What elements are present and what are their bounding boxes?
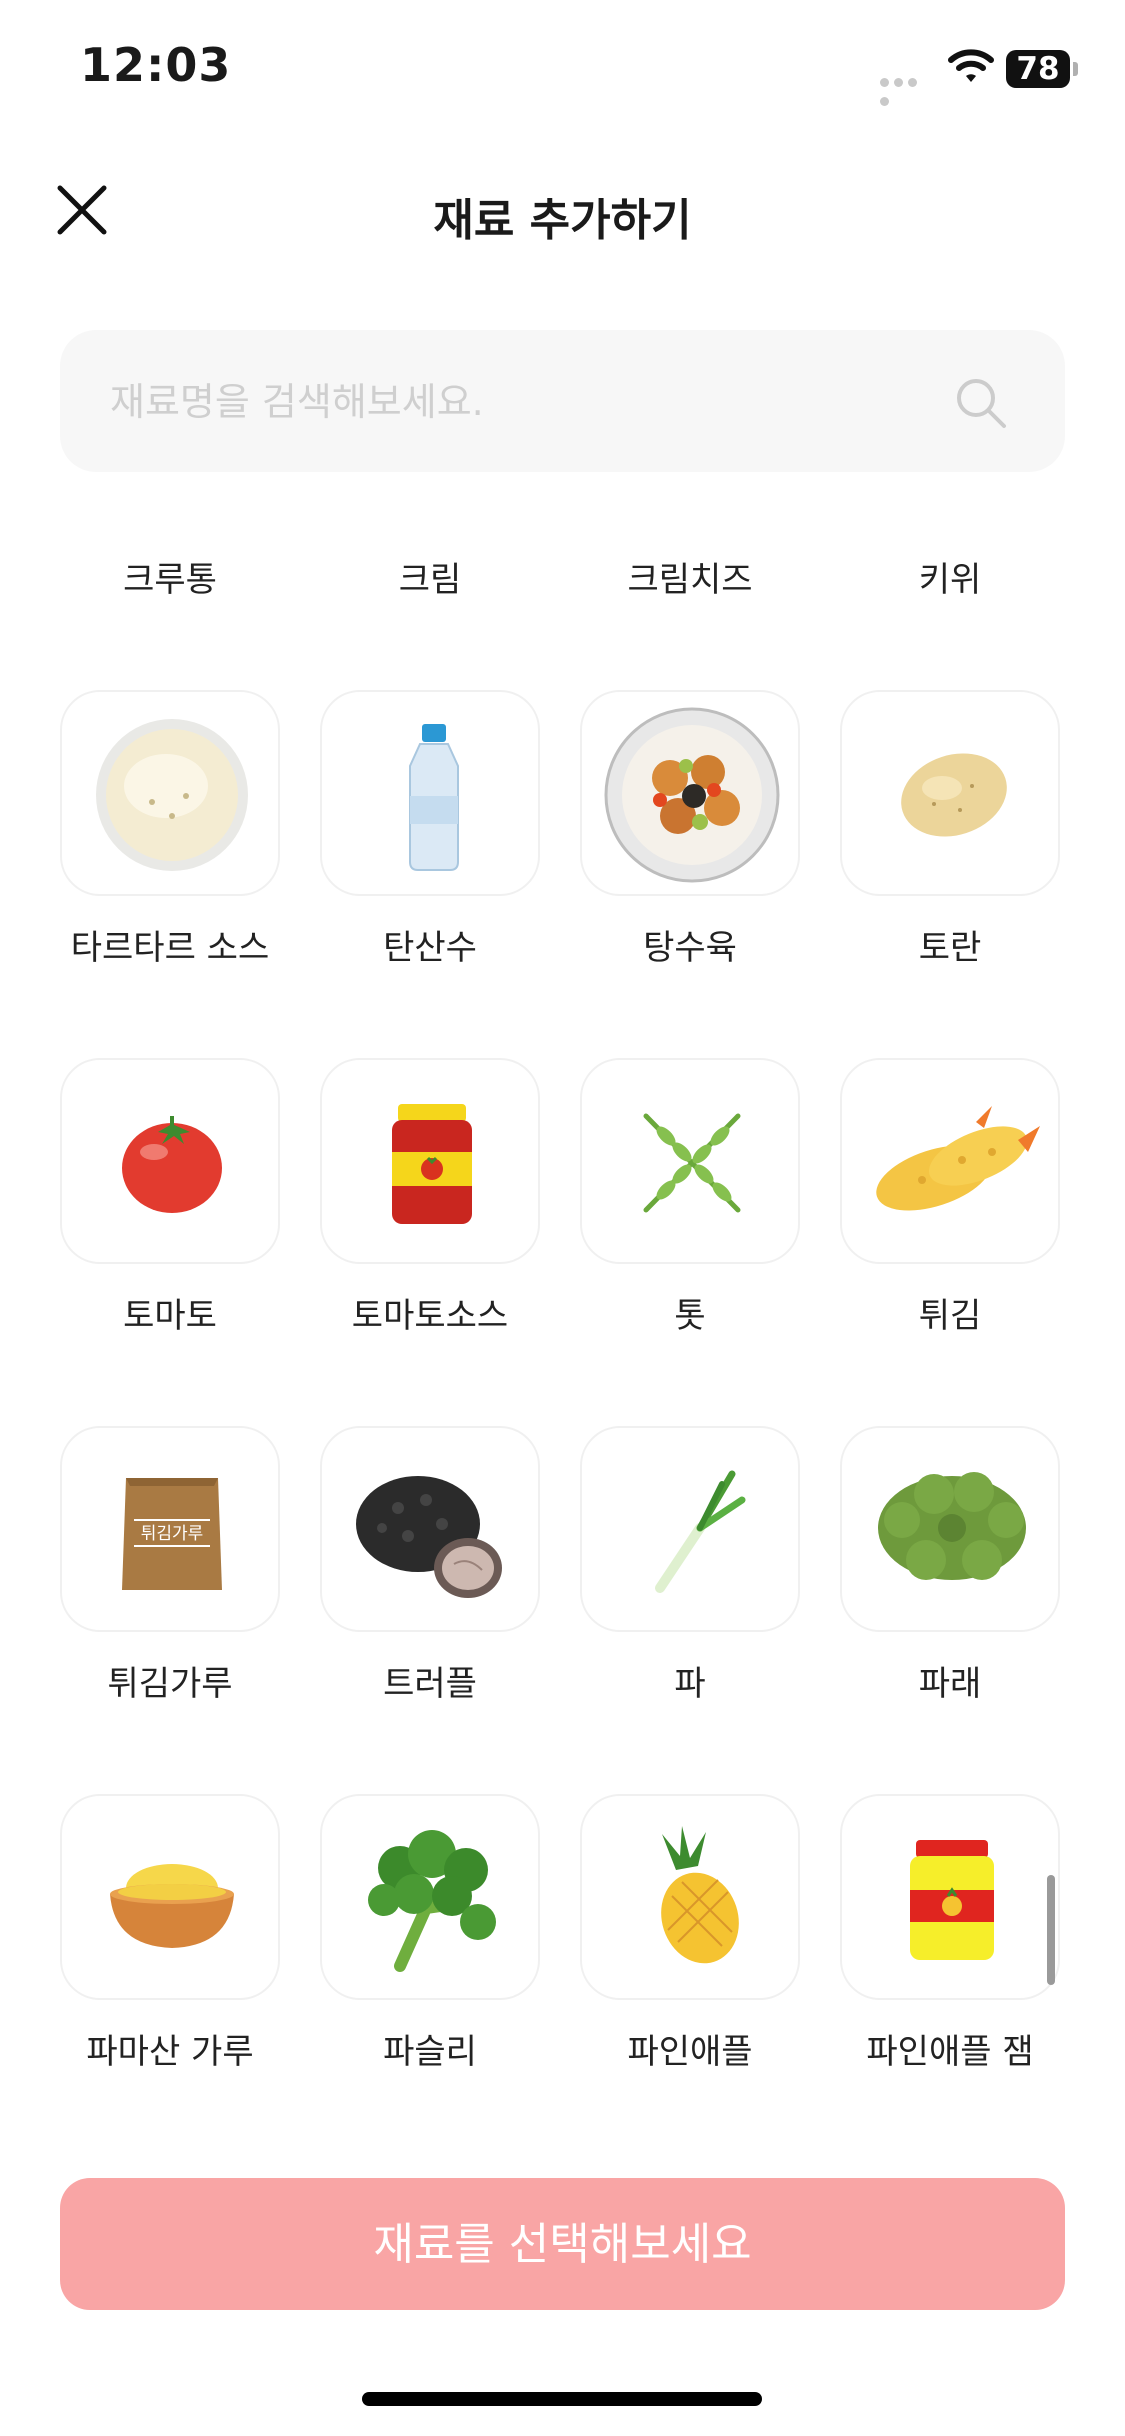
tomato-icon [122,1116,222,1213]
ingredient-tile-pineapple[interactable] [580,1794,800,2000]
ingredient-label: 타르타르 소스 [70,928,270,968]
scrollbar[interactable] [1047,1875,1055,1985]
ingredient-label: 트러플 [383,1664,477,1704]
ingredient-label: 토마토 [123,1296,217,1336]
ingredient-tile-taro[interactable] [840,690,1060,896]
search-input[interactable] [108,330,932,474]
search-icon[interactable] [952,374,1012,434]
seaweed-sprig-icon [643,1113,741,1213]
ingredient-tile-tomato[interactable] [60,1058,280,1264]
tartar-sauce-icon [96,719,248,871]
ingredient-label[interactable]: 크림 [300,552,560,601]
home-indicator[interactable] [362,2392,762,2406]
ingredient-label: 튀김가루 [107,1664,233,1704]
ingredient-tile-parsley[interactable] [320,1794,540,2000]
ingredient-label: 탕수육 [643,928,737,968]
ingredient-label[interactable]: 크림치즈 [560,552,820,601]
ingredient-tile-green-laver[interactable] [840,1426,1060,1632]
ingredient-label: 튀김 [918,1296,982,1336]
status-bar: 12:03 78 [0,0,1125,140]
parmesan-bowl-icon [110,1864,234,1948]
pineapple-icon [661,1826,739,1964]
wifi-icon [948,49,994,82]
ingredient-label: 파슬리 [383,2032,477,2072]
ingredient-tile-frying-flour[interactable]: 튀김가루 [60,1426,280,1632]
battery-cap [1073,62,1078,76]
ingredient-label[interactable]: 크루통 [40,552,300,601]
ingredient-label: 파인애플 잼 [866,2032,1034,2072]
fried-shrimp-icon [876,1106,1040,1211]
taro-icon [901,753,1007,837]
ingredient-tile-sparkling-water[interactable] [320,690,540,896]
status-time: 12:03 [80,38,232,92]
ingredient-tile-truffle[interactable] [320,1426,540,1632]
ingredient-tile-pineapple-jam[interactable] [840,1794,1060,2000]
ingredient-label: 토란 [918,928,982,968]
ingredient-tile-fried[interactable] [840,1058,1060,1264]
ingredient-tile-parmesan[interactable] [60,1794,280,2000]
tomato-sauce-jar-icon [392,1104,472,1224]
select-ingredient-button[interactable]: 재료를 선택해보세요 [60,2178,1065,2310]
ingredient-tile-tangsuyuk[interactable] [580,690,800,896]
flour-bag-icon: 튀김가루 [122,1478,222,1590]
ingredient-tile-green-onion[interactable] [580,1426,800,1632]
ingredient-tile-hijiki[interactable] [580,1058,800,1264]
ingredient-label: 톳 [674,1296,706,1336]
search-bar[interactable] [60,330,1065,474]
pineapple-jam-jar-icon [910,1840,994,1960]
green-onion-icon [655,1470,746,1593]
page-title: 재료 추가하기 [433,195,692,246]
ingredient-tile-tartar-sauce[interactable] [60,690,280,896]
ingredient-label: 토마토소스 [351,1296,509,1336]
ingredient-label: 파인애플 [627,2032,753,2072]
ingredient-label: 탄산수 [383,928,477,968]
water-bottle-icon [409,724,459,871]
sweet-sour-pork-icon [604,707,780,883]
ingredient-label: 파 [674,1664,706,1704]
green-laver-icon [878,1472,1026,1580]
ingredient-label: 파마산 가루 [86,2032,254,2072]
battery-level: 78 [1006,50,1070,88]
ingredient-tile-tomato-sauce[interactable] [320,1058,540,1264]
cellular-signal-icon [880,72,932,106]
ingredient-label: 파래 [918,1664,982,1704]
ingredient-label[interactable]: 키위 [820,552,1080,601]
truffle-icon [356,1476,502,1598]
flour-bag-badge: 튀김가루 [141,1524,204,1544]
parsley-icon [368,1830,496,1972]
